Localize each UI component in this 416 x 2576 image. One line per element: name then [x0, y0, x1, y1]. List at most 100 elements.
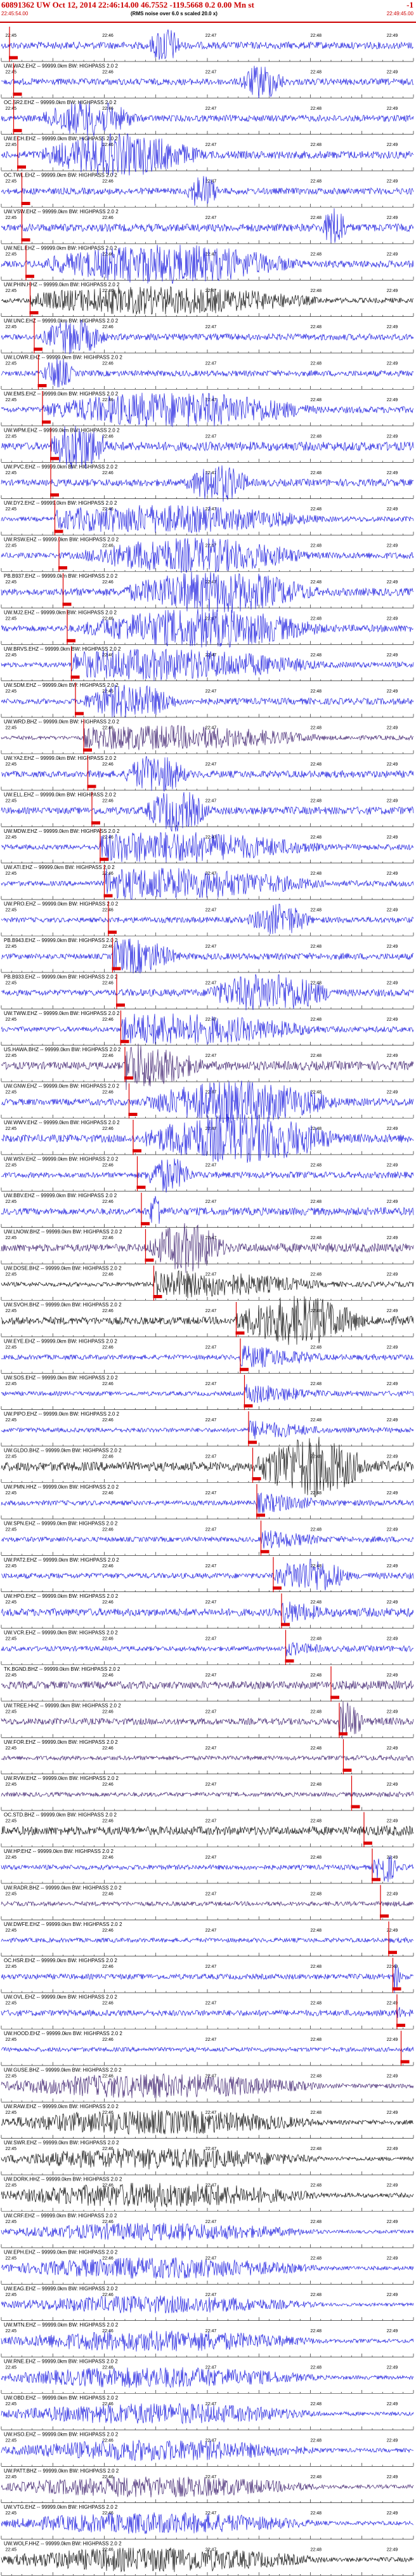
- tick-label: 22:49: [387, 2038, 398, 2042]
- tick-label: 22:49: [387, 107, 398, 111]
- tick-label: 22:48: [311, 1273, 322, 1277]
- trace-label: US.HAWA.BHZ -- 99999.0km BW: HIGHPASS 2.…: [4, 1047, 121, 1052]
- tick-label: 22:46: [102, 799, 114, 803]
- tick-label: 22:49: [387, 1746, 398, 1751]
- tick-label: 22:48: [311, 2293, 322, 2297]
- tick-label: 22:45: [6, 1673, 17, 1678]
- trace-row: UW.DORK.HHZ -- 99999.0km BW: HIGHPASS 2.…: [1, 2177, 414, 2212]
- tick-label: 22:46: [102, 2256, 114, 2261]
- tick-label: 22:47: [205, 2038, 217, 2042]
- tick-label: 22:48: [311, 1382, 322, 1386]
- pick-marker: [62, 602, 72, 606]
- tick-label: 22:48: [311, 1637, 322, 1642]
- tick-label: 22:46: [102, 835, 114, 840]
- trace-label: UW.PRO.EHZ -- 99999.0km BW: HIGHPASS 2.0…: [4, 901, 119, 907]
- trace-label: UW.UNC.EHZ -- 99999.0km BW: HIGHPASS 2.0…: [4, 318, 119, 324]
- tick-label: 22:47: [205, 799, 217, 803]
- pick-marker: [396, 2024, 405, 2027]
- tick-label: 22:49: [387, 1273, 398, 1277]
- tick-label: 22:48: [311, 726, 322, 731]
- tick-label: 22:48: [311, 2366, 322, 2370]
- tick-label: 22:46: [102, 580, 114, 585]
- tick-label: 22:48: [311, 1091, 322, 1095]
- tick-label: 22:47: [205, 1163, 217, 1167]
- pick-marker: [351, 1805, 360, 1809]
- trace-label: UW.PIPO.EHZ -- 99999.0km BW: HIGHPASS 2.…: [4, 1411, 120, 1417]
- tick-label: 22:49: [387, 1236, 398, 1240]
- waveform: [1, 938, 414, 974]
- trace-label: UW.WA2.EHZ -- 99999.0km BW: HIGHPASS 2.0…: [4, 63, 118, 69]
- waveform: [1, 2367, 414, 2389]
- trace-label: UW.OVL.EHZ -- 99999.0km BW: HIGHPASS 2.0…: [4, 1995, 117, 2000]
- trace-label: UW.TWW.EHZ -- 99999.0km BW: HIGHPASS 2.0…: [4, 1011, 120, 1016]
- pick-marker: [244, 1404, 253, 1408]
- tick-label: 22:45: [6, 2548, 17, 2553]
- tick-label: 22:46: [102, 653, 114, 658]
- tick-label: 22:47: [205, 2111, 217, 2115]
- tick-label: 22:48: [311, 434, 322, 439]
- trace-label: UW.WRD.BHZ -- 99999.0km BW: HIGHPASS 2.0…: [4, 719, 120, 725]
- pick-marker: [273, 1586, 282, 1590]
- tick-label: 22:45: [6, 1018, 17, 1022]
- trace-row: TK.BGND.BHZ -- 99999.0km BW: HIGHPASS 2.…: [1, 1666, 414, 1702]
- tick-label: 22:48: [311, 1200, 322, 1204]
- tick-label: 22:49: [387, 1600, 398, 1605]
- tick-label: 22:45: [6, 1710, 17, 1714]
- trace-label: UW.ATI.EHZ -- 99999.0km BW: HIGHPASS 2.0…: [4, 865, 115, 870]
- waveform: [1, 2006, 413, 2019]
- pick-marker: [330, 1696, 339, 1699]
- tick-label: 22:48: [311, 762, 322, 767]
- tick-label: 22:47: [205, 2147, 217, 2151]
- tick-label: 22:48: [311, 2329, 322, 2334]
- tick-label: 22:46: [102, 1273, 114, 1277]
- tick-label: 22:45: [6, 398, 17, 402]
- tick-label: 22:45: [6, 2366, 17, 2370]
- tick-label: 22:47: [205, 1965, 217, 1969]
- pick-marker: [145, 1258, 154, 1262]
- tick-label: 22:49: [387, 1673, 398, 1678]
- tick-label: 22:46: [102, 1783, 114, 1787]
- tick-label: 22:47: [205, 1054, 217, 1058]
- tick-label: 22:48: [311, 2475, 322, 2480]
- tick-label: 22:47: [205, 1600, 217, 1605]
- tick-label: 22:48: [311, 1418, 322, 1423]
- tick-label: 22:46: [102, 544, 114, 548]
- trace-label: UW.CRF.EHZ -- 99999.0km BW: HIGHPASS 2.0…: [4, 2213, 117, 2219]
- tick-label: 22:46: [102, 434, 114, 439]
- tick-label: 22:48: [311, 1018, 322, 1022]
- pick-marker: [256, 1513, 265, 1517]
- tick-label: 22:48: [311, 1163, 322, 1167]
- tick-label: 22:47: [205, 325, 217, 329]
- waveform: [1, 2222, 414, 2241]
- trace-label: UW.WWV.EHZ -- 99999.0km BW: HIGHPASS 2.0…: [4, 1120, 120, 1125]
- trace-label: UW.RADR.BHZ -- 99999.0km BW: HIGHPASS 2.…: [4, 1885, 122, 1890]
- trace-label: OC.HSR.EHZ -- 99999.0km BW: HIGHPASS 2.0…: [4, 1958, 117, 1963]
- trace-label: UW.PAT2.EHZ -- 99999.0km BW: HIGHPASS 2.…: [4, 1557, 119, 1563]
- waveform: [1, 2440, 414, 2462]
- trace-label: UW.HP.EHZ -- 99999.0km BW: HIGHPASS 2.0 …: [4, 1849, 114, 1854]
- tick-label: 22:45: [6, 1819, 17, 1824]
- tick-label: 22:48: [311, 289, 322, 293]
- trace-row: UW.FOR.EHZ -- 99999.0km BW: HIGHPASS 2.0…: [1, 1739, 414, 1775]
- tick-label: 22:48: [311, 2038, 322, 2042]
- tick-label: 22:45: [6, 216, 17, 220]
- trace-row: UW.ELL.EHZ -- 99999.0km BW: HIGHPASS 2.0…: [1, 792, 414, 832]
- tick-label: 22:49: [387, 289, 398, 293]
- tick-label: 22:48: [311, 1892, 322, 1896]
- waveform: [1, 2046, 414, 2053]
- tick-label: 22:46: [102, 34, 114, 38]
- tick-label: 22:46: [102, 1127, 114, 1131]
- tick-label: 22:45: [6, 1163, 17, 1167]
- tick-label: 22:49: [387, 1856, 398, 1860]
- trace-row: UW.MJ2.EHZ -- 99999.0km BW: HIGHPASS 2.0…: [1, 609, 414, 648]
- tick-label: 22:46: [102, 2438, 114, 2443]
- tick-label: 22:48: [311, 1345, 322, 1350]
- tick-label: 22:49: [387, 835, 398, 840]
- tick-label: 22:47: [205, 107, 217, 111]
- tick-label: 22:46: [102, 1673, 114, 1678]
- trace-row: UW.WA2.EHZ -- 99999.0km BW: HIGHPASS 2.0…: [1, 63, 414, 98]
- tick-label: 22:45: [6, 1491, 17, 1496]
- tick-label: 22:48: [311, 1600, 322, 1605]
- tick-label: 22:45: [6, 289, 17, 293]
- tick-label: 22:48: [311, 544, 322, 548]
